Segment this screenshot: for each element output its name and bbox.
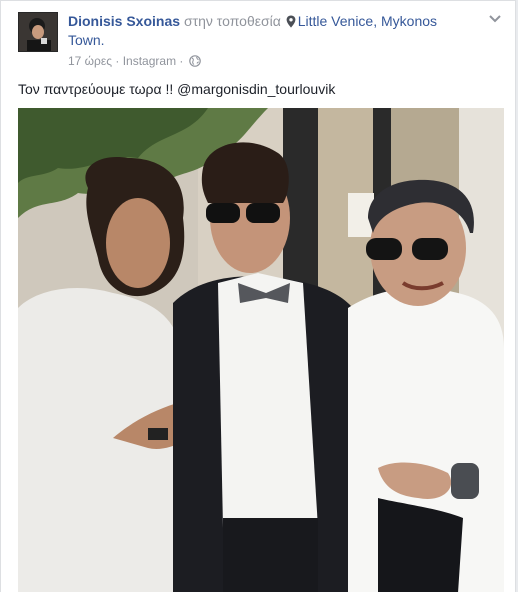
- photo-image: [18, 108, 504, 592]
- globe-icon[interactable]: [188, 55, 201, 67]
- post-caption: Τον παντρεύουμε τωρα !! @margonisdin_tou…: [18, 81, 336, 97]
- location-prefix: στην τοποθεσία: [183, 13, 281, 29]
- feed-post: Dionisis Sxoinas στην τοποθεσία Little V…: [0, 0, 516, 592]
- post-meta: Dionisis Sxoinas στην τοποθεσία Little V…: [68, 12, 448, 69]
- post-source[interactable]: Instagram: [123, 54, 176, 68]
- post-header: Dionisis Sxoinas στην τοποθεσία Little V…: [18, 12, 503, 70]
- post-photo[interactable]: [18, 108, 504, 592]
- post-subline: 17 ώρες · Instagram ·: [68, 52, 448, 69]
- avatar-image: [19, 13, 57, 51]
- meta-separator: ·: [115, 53, 120, 68]
- location-pin-icon: [286, 15, 296, 28]
- chevron-down-icon[interactable]: [487, 12, 503, 26]
- author-name[interactable]: Dionisis Sxoinas: [68, 13, 180, 29]
- post-timestamp[interactable]: 17 ώρες: [68, 54, 112, 68]
- meta-separator: ·: [179, 53, 184, 68]
- author-avatar[interactable]: [18, 12, 58, 52]
